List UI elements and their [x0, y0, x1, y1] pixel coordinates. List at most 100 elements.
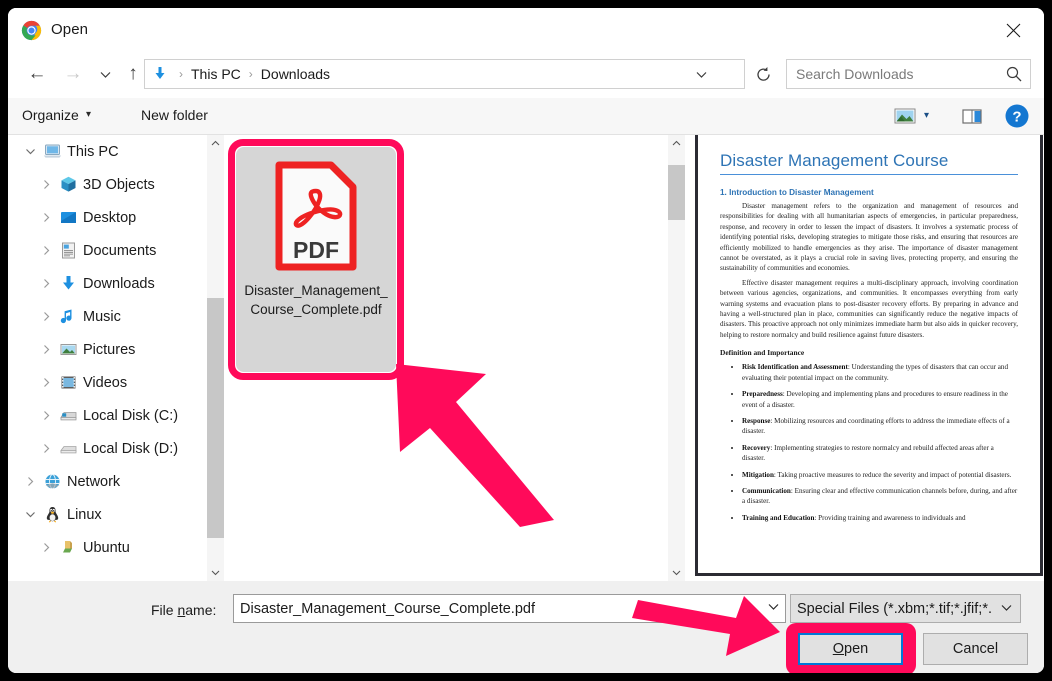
document-paragraph-1: Disaster management refers to the organi…	[720, 202, 1018, 273]
file-list-scroll-thumb[interactable]	[668, 165, 685, 220]
sidebar-item-pictures[interactable]: Pictures	[8, 333, 207, 366]
arrow-left-icon: ←	[27, 63, 47, 84]
document-fade-overlay	[698, 563, 1040, 573]
cancel-button[interactable]: Cancel	[923, 633, 1028, 665]
preview-frame: Disaster Management Course 1. Introducti…	[695, 135, 1043, 576]
chevron-down-icon	[100, 71, 110, 78]
chevron-right-icon[interactable]	[36, 443, 56, 454]
sidebar-item-desktop[interactable]: Desktop	[8, 201, 207, 234]
organize-button[interactable]: Organize	[22, 107, 79, 123]
close-button[interactable]	[990, 13, 1036, 47]
desktop-icon	[56, 208, 80, 227]
forward-button[interactable]: →	[58, 59, 88, 89]
network-icon	[40, 472, 64, 491]
file-item-pdf[interactable]: PDF Disaster_Management_Course_Complete.…	[236, 147, 396, 372]
chevron-right-icon[interactable]	[36, 311, 56, 322]
search-box[interactable]: Search Downloads	[786, 59, 1031, 89]
chevron-right-icon[interactable]	[36, 410, 56, 421]
scroll-up-icon[interactable]	[207, 135, 224, 152]
search-input[interactable]: Search Downloads	[796, 66, 914, 82]
sidebar-item-label: Music	[83, 308, 121, 325]
picture-view-icon[interactable]	[893, 104, 917, 128]
this-pc-icon	[40, 142, 64, 161]
open-button[interactable]: Open	[798, 633, 903, 665]
preview-pane-icon[interactable]	[960, 104, 984, 128]
help-button[interactable]: ?	[1004, 103, 1030, 129]
chevron-down-icon[interactable]	[20, 146, 40, 157]
file-name-label: Disaster_Management_Course_Complete.pdf	[244, 283, 388, 317]
refresh-button[interactable]	[748, 59, 778, 89]
sidebar-item-linux[interactable]: Linux	[8, 498, 207, 531]
search-icon	[1005, 65, 1023, 88]
breadcrumb-downloads[interactable]: Downloads	[259, 66, 332, 82]
sidebar-item-network[interactable]: Network	[8, 465, 207, 498]
recent-locations-button[interactable]	[90, 59, 120, 89]
breadcrumb-separator: ›	[179, 67, 183, 81]
sidebar-item-label: Desktop	[83, 209, 137, 226]
file-type-filter-select[interactable]: Special Files (*.xbm;*.tif;*.jfif;*.	[790, 594, 1021, 623]
bullet-term: Preparedness	[742, 390, 783, 399]
view-caret-icon[interactable]: ▾	[924, 110, 929, 121]
new-folder-button[interactable]: New folder	[141, 107, 208, 123]
chevron-right-icon[interactable]	[36, 377, 56, 388]
hard-disk-icon	[56, 406, 80, 425]
file-list-scrollbar[interactable]	[668, 135, 685, 581]
back-button[interactable]: ←	[22, 59, 52, 89]
sidebar-item-downloads[interactable]: Downloads	[8, 267, 207, 300]
document-preview: Disaster Management Course 1. Introducti…	[698, 135, 1040, 573]
sidebar-item-documents[interactable]: Documents	[8, 234, 207, 267]
breadcrumb-this-pc[interactable]: This PC	[189, 66, 243, 82]
navigation-sidebar[interactable]: This PC 3D Objects Desktop Documents Dow…	[8, 135, 207, 581]
bullet-text: : Developing and implementing plans and …	[742, 390, 1008, 409]
sidebar-item-label: Network	[67, 473, 121, 490]
sidebar-item-ubuntu[interactable]: Ubuntu	[8, 531, 207, 564]
chevron-right-icon[interactable]	[36, 542, 56, 553]
chevron-down-icon[interactable]	[20, 509, 40, 520]
file-list[interactable]: PDF Disaster_Management_Course_Complete.…	[225, 135, 668, 581]
chevron-right-icon[interactable]	[36, 278, 56, 289]
sidebar-item-3d-objects[interactable]: 3D Objects	[8, 168, 207, 201]
chevron-right-icon[interactable]	[20, 476, 40, 487]
scroll-down-icon[interactable]	[668, 564, 685, 581]
sidebar-item-label: Linux	[67, 506, 102, 523]
sidebar-item-this-pc[interactable]: This PC	[8, 135, 207, 168]
breadcrumb-separator-2: ›	[248, 67, 253, 81]
document-heading-1: 1. Introduction to Disaster Management	[720, 188, 874, 197]
address-bar[interactable]: › This PC › Downloads	[144, 59, 745, 89]
bullet-term: Risk Identification and Assessment	[742, 363, 848, 372]
refresh-icon	[756, 66, 770, 81]
sidebar-item-local-disk-d[interactable]: Local Disk (D:)	[8, 432, 207, 465]
hard-disk-icon	[56, 439, 80, 458]
sidebar-item-videos[interactable]: Videos	[8, 366, 207, 399]
dialog-body: This PC 3D Objects Desktop Documents Dow…	[8, 135, 1044, 581]
arrow-up-icon: ↑	[128, 63, 138, 84]
sidebar-item-label: Downloads	[83, 275, 155, 292]
sidebar-item-local-disk-c[interactable]: Local Disk (C:)	[8, 399, 207, 432]
chevron-right-icon[interactable]	[36, 179, 56, 190]
preview-pane: Disaster Management Course 1. Introducti…	[687, 135, 1044, 581]
chevron-right-icon[interactable]	[36, 212, 56, 223]
chevron-down-icon[interactable]	[1000, 601, 1013, 617]
sidebar-item-music[interactable]: Music	[8, 300, 207, 333]
sidebar-scroll-thumb[interactable]	[207, 298, 224, 538]
chevron-right-icon[interactable]	[36, 344, 56, 355]
document-title: Disaster Management Course	[720, 151, 1018, 175]
ubuntu-icon	[56, 538, 80, 557]
documents-icon	[56, 241, 80, 260]
file-name-value[interactable]: Disaster_Management_Course_Complete.pdf	[240, 601, 535, 617]
document-bullet: Mitigation: Taking proactive measures to…	[742, 470, 1018, 480]
title-bar: Open	[8, 8, 1044, 53]
address-dropdown-button[interactable]	[688, 60, 714, 88]
scroll-up-icon[interactable]	[668, 135, 685, 152]
document-bullet: Recovery: Implementing strategies to res…	[742, 443, 1018, 464]
file-name-dropdown-icon[interactable]	[767, 600, 780, 616]
sidebar-scrollbar[interactable]	[207, 135, 224, 581]
organize-caret-icon[interactable]: ▾	[86, 109, 91, 120]
3d-objects-icon	[56, 175, 80, 194]
scroll-down-icon[interactable]	[207, 564, 224, 581]
file-name-input[interactable]: Disaster_Management_Course_Complete.pdf	[233, 594, 786, 623]
chevron-right-icon[interactable]	[36, 245, 56, 256]
pdf-file-icon: PDF	[272, 161, 360, 271]
open-file-dialog: Open ← → ↑ › This PC › Downloads Search …	[8, 8, 1044, 673]
arrow-right-icon: →	[63, 63, 83, 84]
